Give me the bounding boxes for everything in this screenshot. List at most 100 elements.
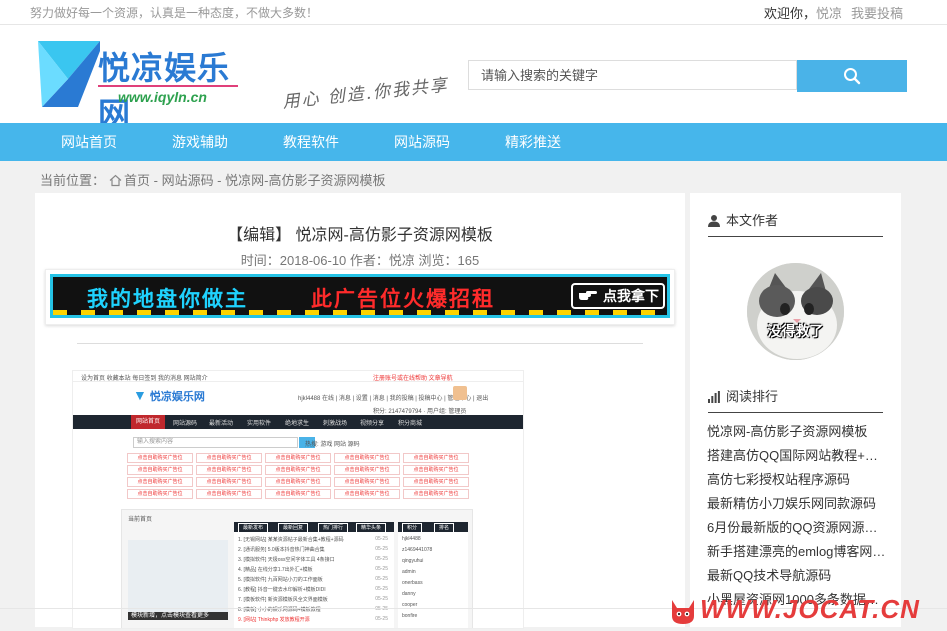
preview-post-row: 9. [网站] Thinkphp 发放教程开源 05-25	[238, 616, 388, 623]
submit-link[interactable]: 我要投稿	[851, 3, 903, 22]
preview-post-title: 7. [模板软件] 新资源模板风全文界面模板	[238, 597, 328, 603]
preview-post-date: 05-25	[375, 586, 388, 592]
author-section-title: 本文作者	[726, 213, 779, 228]
logo-mark-icon	[38, 41, 100, 107]
template-preview-image: 设为首页 收藏本站 每日签到 我的消息 网站简介 注册账号或在线帮助 文章导航 …	[72, 370, 524, 629]
ranking-item[interactable]: 最新QQ技术导航源码	[707, 565, 887, 584]
nav-item-tutorial-software[interactable]: 教程软件	[283, 123, 339, 161]
preview-rank-user: qingyuhui	[402, 558, 424, 564]
preview-post-row: 1. [无锡网站] 某某资源帖子最新合集+教程+源码 05-25	[238, 536, 388, 543]
logo-underline	[98, 85, 238, 87]
preview-post-date: 05-25	[375, 606, 388, 612]
preview-tab: 精华头条	[356, 523, 387, 533]
preview-post-date: 05-25	[375, 596, 388, 602]
preview-ad-cell: 点击自助购买广告位	[334, 465, 400, 475]
preview-ad-grid: 点击自助购买广告位 点击自助购买广告位 点击自助购买广告位 点击自助购买广告位 …	[127, 453, 470, 503]
username-link[interactable]: 悦凉	[816, 6, 842, 21]
ranking-item[interactable]: 最新精仿小刀娱乐网同款源码	[707, 493, 887, 512]
author-avatar[interactable]: 没得救了	[747, 263, 844, 360]
preview-nav-item: 积分商城	[398, 421, 423, 427]
preview-rank-user: bonfire	[402, 613, 418, 619]
preview-post-date: 05-25	[375, 536, 388, 542]
preview-nav-item: 绝地求生	[285, 421, 310, 427]
ad-banner-inner: 我的地盘你做主 此广告位火爆招租 点我拿下	[50, 274, 670, 318]
preview-breadcrumb: 当前首页	[128, 517, 153, 523]
preview-slider-caption: 模块新增，点击模块查看更多	[128, 612, 228, 620]
article-meta: 时间：2018-06-10 作者：悦凉 浏览：165	[240, 253, 480, 268]
breadcrumb-label: 当前位置：	[40, 173, 106, 188]
search-bar	[468, 60, 907, 92]
article-title: 【编辑】 悦凉网-高仿影子资源网模板	[227, 227, 493, 244]
preview-ad-cell: 点击自助购买广告位	[334, 477, 400, 487]
ad-cta-button[interactable]: 点我拿下	[571, 283, 665, 309]
preview-rank-tab: 积分	[402, 523, 423, 533]
preview-nav-item: 视频分享	[360, 421, 385, 427]
preview-search-placeholder: 输入搜索内容	[137, 439, 174, 445]
breadcrumb: 当前位置： 首页 - 网站源码 - 悦凉网-高仿影子资源网模板	[40, 170, 385, 189]
article-panel: 【编辑】 悦凉网-高仿影子资源网模板 时间：2018-06-10 作者：悦凉 浏…	[35, 193, 685, 629]
preview-ad-cell: 点击自助购买广告位	[403, 453, 469, 463]
preview-content-panel: 当前首页 模块新增，点击模块查看更多 最新发布 最新回复 热门排行 精华头条 1…	[121, 509, 473, 628]
preview-rank-tab: 排名	[434, 523, 455, 533]
ad-left-text: 我的地盘你做主	[87, 288, 248, 311]
preview-nav-item: 网站首页	[131, 415, 166, 429]
preview-ad-cell: 点击自助购买广告位	[265, 453, 331, 463]
top-bar: 努力做好每一个资源，认真是一种态度，不做大多数！ 欢迎你，悦凉 我要投稿	[0, 0, 947, 25]
preview-top-left: 设为首页 收藏本站 每日签到 我的消息 网站简介	[81, 376, 208, 382]
preview-user-rank: 积分 排名 hjkl4488 z1469441078 qingyuhui adm…	[398, 522, 468, 628]
ad-hazard-stripe	[53, 310, 667, 315]
preview-post-row: 2. [通讯服务] 5.0版本抖音热门神曲合集 05-25	[238, 546, 388, 553]
ranking-item[interactable]: 6月份最新版的QQ资源网源码+教程	[707, 517, 887, 536]
preview-ad-cell: 点击自助购买广告位	[127, 453, 193, 463]
preview-post-row: 6. [教程] 抖音一键去水印解析+模板DIDI 05-25	[238, 586, 388, 593]
preview-post-title: 6. [教程] 抖音一键去水印解析+模板DIDI	[238, 587, 326, 593]
preview-tab: 最新回复	[278, 523, 309, 533]
nav-item-home[interactable]: 网站首页	[61, 123, 117, 161]
ad-banner[interactable]: 我的地盘你做主 此广告位火爆招租 点我拿下	[45, 269, 675, 325]
site-logo[interactable]: 悦凉娱乐网 www.iqyln.cn	[38, 41, 238, 132]
content-divider	[77, 343, 643, 344]
ad-cta-label: 点我拿下	[603, 288, 659, 304]
preview-post-row: 7. [模板软件] 新资源模板风全文界面模板 05-25	[238, 596, 388, 603]
search-input[interactable]	[468, 60, 797, 90]
ranking-item[interactable]: 高仿七彩授权站程序源码	[707, 469, 887, 488]
nav-item-featured[interactable]: 精彩推送	[505, 123, 561, 161]
preview-ad-cell: 点击自助购买广告位	[265, 465, 331, 475]
ranking-item[interactable]: 新手搭建漂亮的emlog博客网站教程	[707, 541, 887, 560]
ranking-item[interactable]: 悦凉网-高仿影子资源网模板	[707, 421, 887, 440]
home-icon	[109, 174, 122, 187]
preview-post-row: 5. [模拟软件] 九百网站小刀的工作面板 05-25	[238, 576, 388, 583]
preview-post-date: 05-25	[375, 546, 388, 552]
preview-post-title: 1. [无锡网站] 某某资源帖子最新合集+教程+源码	[238, 537, 344, 543]
ad-middle-text: 此广告位火爆招租	[311, 288, 495, 311]
cat-avatar-image	[747, 263, 844, 360]
preview-rank-user: admin	[402, 569, 416, 575]
preview-topbar: 设为首页 收藏本站 每日签到 我的消息 网站简介 注册账号或在线帮助 文章导航	[73, 371, 523, 382]
preview-nav-item: 网站源码	[173, 421, 198, 427]
preview-ad-cell: 点击自助购买广告位	[403, 489, 469, 499]
welcome-text: 欢迎你，悦凉	[764, 3, 842, 22]
preview-post-list: 最新发布 最新回复 热门排行 精华头条 1. [无锡网站] 某某资源帖子最新合集…	[234, 522, 394, 628]
breadcrumb-path[interactable]: 首页 - 网站源码 - 悦凉网-高仿影子资源网模板	[124, 173, 385, 188]
search-button[interactable]	[797, 60, 907, 92]
preview-ad-cell: 点击自助购买广告位	[196, 465, 262, 475]
search-icon	[844, 68, 861, 85]
nav-item-game-assist[interactable]: 游戏辅助	[172, 123, 228, 161]
site-watermark: WWW.JOCAT.CN	[668, 594, 938, 626]
preview-ad-cell: 点击自助购买广告位	[403, 465, 469, 475]
preview-rank-user: hjkl4488	[402, 536, 421, 542]
preview-logo-text: 悦凉娱乐网	[149, 391, 205, 403]
preview-tab: 热门排行	[318, 523, 349, 533]
site-slogan: 努力做好每一个资源，认真是一种态度，不做大多数！	[30, 6, 319, 20]
preview-post-title: 5. [模拟软件] 九百网站小刀的工作面板	[238, 577, 323, 583]
nav-item-site-source[interactable]: 网站源码	[394, 123, 450, 161]
site-header: 悦凉娱乐网 www.iqyln.cn 用心 创造.你我共享	[0, 25, 947, 132]
bar-chart-icon	[708, 391, 720, 403]
ranking-item[interactable]: 搭建高仿QQ国际网站教程+源码	[707, 445, 887, 464]
preview-ad-cell: 点击自助购买广告位	[196, 453, 262, 463]
preview-search: 输入搜索内容	[133, 437, 315, 448]
preview-ad-cell: 点击自助购买广告位	[403, 477, 469, 487]
sidebar: 本文作者 没得救了 阅读排行 悦凉网-高仿影子资源网模板 搭建高仿QQ国际网站教…	[690, 193, 901, 627]
preview-ad-cell: 点击自助购买广告位	[334, 453, 400, 463]
preview-post-date: 05-25	[375, 566, 388, 572]
